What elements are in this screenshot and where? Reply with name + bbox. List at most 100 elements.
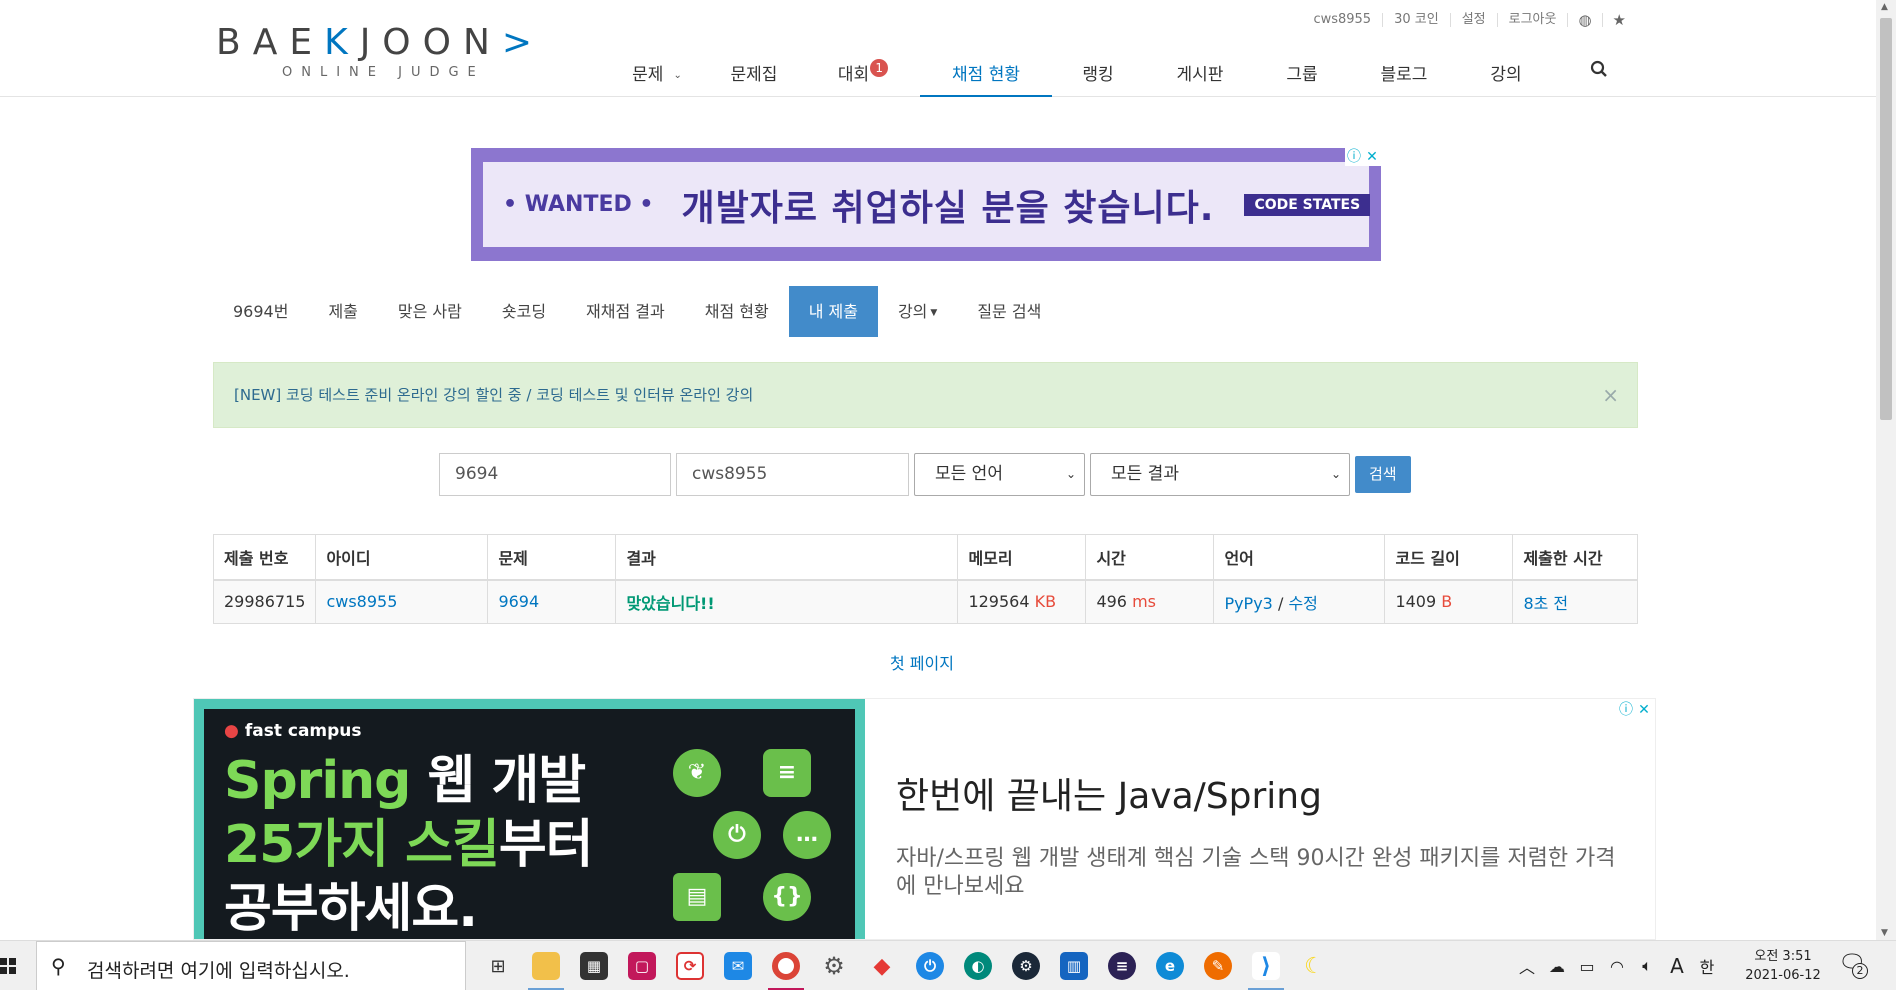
start-button[interactable] — [0, 941, 34, 990]
cell-language: PyPy3 / 수정 — [1213, 579, 1386, 624]
taskbar-search-placeholder: 검색하려면 여기에 입력하십시오. — [87, 960, 350, 982]
ad-headline: 개발자로 취업하실 분을 찾습니다. — [681, 187, 1215, 229]
result-select[interactable]: 모든 결과 ⌄ — [1090, 453, 1350, 496]
chevron-up-icon[interactable]: ︿ — [1512, 954, 1542, 978]
wanted-ad-banner[interactable]: • WANTED • 개발자로 취업하실 분을 찾습니다. CODE STATE… — [471, 148, 1381, 261]
search-icon: ⚲ — [51, 954, 66, 978]
nav-blog[interactable]: 블로그 — [1348, 50, 1460, 97]
tech-icons: ❦ ≡ ⏻ … ▤ {} — [673, 749, 843, 929]
ad-brand: CODE STATES — [1244, 193, 1371, 216]
search-icon[interactable] — [1552, 50, 1646, 97]
edge-dev-icon[interactable]: ◐ — [954, 941, 1002, 990]
chrome-icon[interactable] — [762, 941, 810, 990]
result-accepted: 맞았습니다!! — [626, 593, 715, 613]
nav-status[interactable]: 채점 현황 — [920, 50, 1052, 97]
app-magenta-icon[interactable]: ▢ — [618, 941, 666, 990]
ad-close-icon[interactable]: ✕ — [1363, 148, 1381, 166]
nav-workbook[interactable]: 문제집 — [702, 50, 806, 97]
battery-icon[interactable]: ▭ — [1572, 957, 1602, 976]
postman-icon[interactable]: ✎ — [1194, 941, 1242, 990]
logout-link[interactable]: 로그아웃 — [1496, 13, 1568, 27]
ad-info-icon[interactable]: ⓘ — [1345, 148, 1363, 166]
star-icon[interactable]: ★ — [1601, 13, 1636, 28]
nav-lecture[interactable]: 강의 — [1460, 50, 1552, 97]
reader-app-icon[interactable]: ▥ — [1050, 941, 1098, 990]
subnav-my-submissions[interactable]: 내 제출 — [788, 286, 878, 337]
fastcampus-ad-banner[interactable]: ● fast campus Spring 웹 개발 25가지 스킬부터 공부하세요… — [193, 698, 1656, 940]
globe-icon[interactable]: ◍ — [1567, 13, 1601, 28]
cell-submitted-time: 8초 전 — [1512, 579, 1638, 624]
file-explorer-icon[interactable] — [522, 941, 570, 990]
table-row: 29986715 cws8955 9694 맞았습니다!! 129564 KB … — [212, 579, 1638, 624]
onedrive-icon[interactable]: ☁ — [1542, 957, 1572, 976]
nav-ranking[interactable]: 랭킹 — [1052, 50, 1144, 97]
wifi-icon[interactable]: ◠ — [1602, 957, 1632, 976]
scroll-down-icon[interactable]: ▼ — [1881, 928, 1888, 938]
username-link[interactable]: cws8955 — [1302, 13, 1382, 27]
ad-info-icon[interactable]: ⓘ — [1617, 701, 1635, 719]
sync-app-icon[interactable]: ⟳ — [666, 941, 714, 990]
problem-id-input[interactable]: 9694 — [439, 453, 671, 496]
user-id-input[interactable]: cws8955 — [676, 453, 909, 496]
nav-board[interactable]: 게시판 — [1144, 50, 1256, 97]
subnav-status[interactable]: 채점 현황 — [685, 286, 789, 337]
edge-icon[interactable]: e — [1146, 941, 1194, 990]
steam-icon[interactable]: ⚙ — [1002, 941, 1050, 990]
subnav-submit[interactable]: 제출 — [308, 286, 377, 337]
col-submitted-time: 제출한 시간 — [1512, 534, 1638, 581]
cell-code-length: 1409 B — [1384, 579, 1514, 624]
subnav-shortcoding[interactable]: 숏코딩 — [482, 286, 566, 337]
mail-icon[interactable]: ✉ — [714, 941, 762, 990]
site-header: BAEKJOON> ONLINE JUDGE cws8955 30 코인 설정 … — [0, 0, 1876, 97]
vertical-scrollbar[interactable]: ▲ ▼ — [1876, 0, 1896, 940]
status-search-form: 9694 cws8955 모든 언어 ⌄ 모든 결과 ⌄ 검색 — [439, 453, 1411, 496]
baekjoon-logo[interactable]: BAEKJOON> ONLINE JUDGE — [216, 22, 532, 80]
diamond-app-icon[interactable]: ◆ — [858, 941, 906, 990]
chevron-down-icon: ⌄ — [673, 70, 682, 81]
problem-link[interactable]: 9694 — [498, 592, 539, 611]
ime-indicator[interactable]: 한 — [1692, 954, 1722, 978]
subnav-solvers[interactable]: 맞은 사람 — [378, 286, 482, 337]
taskbar-apps: ⊞ ▦ ▢ ⟳ ✉ ⚙ ◆ ⏻ ◐ ⚙ ▥ ≡ e ✎ ⟩ ☾ — [474, 941, 1338, 990]
taskbar-clock[interactable]: 오전 3:51 2021-06-12 — [1738, 947, 1828, 985]
subnav-lecture[interactable]: 강의 ▼ — [878, 286, 957, 337]
eclipse-icon[interactable]: ≡ — [1098, 941, 1146, 990]
nav-group[interactable]: 그룹 — [1256, 50, 1348, 97]
alert-link[interactable]: [NEW] 코딩 테스트 준비 온라인 강의 할인 중 / 코딩 테스트 및 인… — [234, 386, 753, 404]
search-button[interactable]: 검색 — [1355, 456, 1411, 493]
scrollbar-thumb[interactable] — [1880, 18, 1892, 420]
scroll-up-icon[interactable]: ▲ — [1881, 2, 1888, 12]
submitted-time-link[interactable]: 8초 전 — [1523, 594, 1568, 613]
font-a-icon[interactable]: A — [1662, 954, 1692, 978]
subnav-rejudge[interactable]: 재채점 결과 — [566, 286, 685, 337]
table-header-row: 제출 번호 아이디 문제 결과 메모리 시간 언어 코드 길이 제출한 시간 — [212, 534, 1638, 581]
chevron-down-icon: ⌄ — [1330, 467, 1341, 481]
edit-link[interactable]: 수정 — [1288, 594, 1317, 613]
power-app-icon[interactable]: ⏻ — [906, 941, 954, 990]
cell-memory: 129564 KB — [957, 579, 1087, 624]
coin-link[interactable]: 30 코인 — [1382, 13, 1450, 27]
source-link[interactable]: PyPy3 — [1224, 594, 1272, 613]
ad-close-icon[interactable]: ✕ — [1635, 701, 1653, 719]
volume-icon[interactable]: 🔈︎ — [1632, 956, 1662, 976]
night-mode-icon[interactable]: ☾ — [1290, 941, 1338, 990]
settings-gear-icon[interactable]: ⚙ — [810, 941, 858, 990]
notification-center-icon[interactable]: 🗨︎ 2 — [1838, 951, 1868, 979]
nav-problems[interactable]: 문제 ⌄ — [612, 50, 702, 97]
chevron-down-icon: ⌄ — [1065, 467, 1076, 481]
chat-icon: … — [783, 811, 831, 859]
code-braces-icon: {} — [763, 873, 811, 921]
memory-unit: KB — [1034, 592, 1057, 612]
user-link[interactable]: cws8955 — [326, 592, 397, 611]
vscode-icon[interactable]: ⟩ — [1242, 941, 1290, 990]
language-select[interactable]: 모든 언어 ⌄ — [914, 453, 1085, 496]
taskbar-search-box[interactable]: ⚲ 검색하려면 여기에 입력하십시오. — [36, 941, 466, 990]
task-view-icon[interactable]: ⊞ — [474, 941, 522, 990]
settings-link[interactable]: 설정 — [1449, 13, 1497, 27]
subnav-problem[interactable]: 9694번 — [213, 286, 308, 337]
first-page-link[interactable]: 첫 페이지 — [890, 650, 954, 674]
store-icon[interactable]: ▦ — [570, 941, 618, 990]
subnav-question-search[interactable]: 질문 검색 — [957, 286, 1061, 337]
nav-contest[interactable]: 대회 1 — [806, 50, 920, 97]
close-icon[interactable]: × — [1602, 363, 1619, 427]
